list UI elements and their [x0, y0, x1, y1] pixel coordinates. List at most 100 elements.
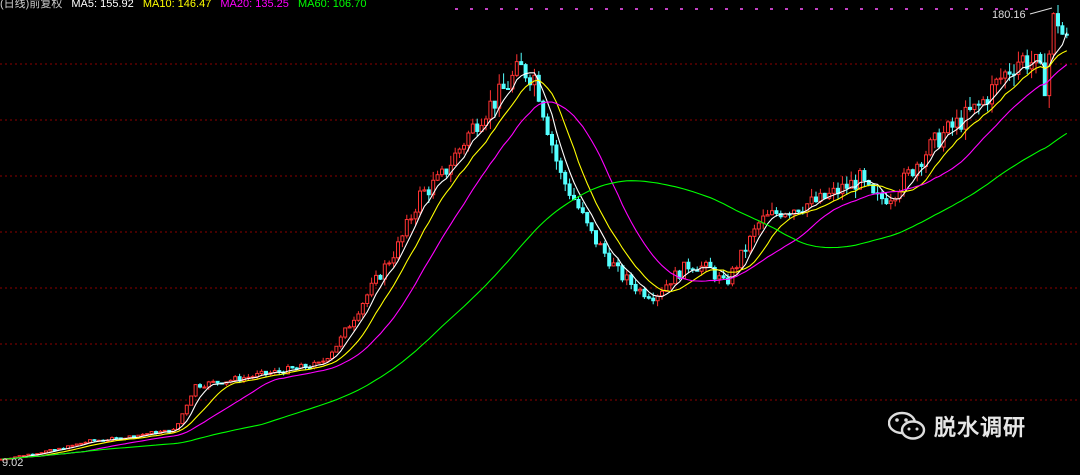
candle-body [770, 210, 774, 216]
candle-body [79, 442, 84, 445]
candle-body [378, 274, 383, 280]
candle-body [211, 380, 216, 383]
candle-body [708, 261, 713, 269]
candle-body [193, 384, 198, 397]
candle-body [1007, 71, 1012, 75]
marker-dot [725, 8, 728, 10]
candle-body [660, 290, 664, 297]
candle-body [950, 121, 955, 128]
candle-body [686, 261, 691, 270]
candle-body [413, 211, 418, 220]
marker-dot [485, 8, 488, 10]
candle-body [642, 288, 647, 298]
candle-body [919, 163, 924, 167]
marker-dot [935, 8, 938, 10]
candle-body [369, 282, 374, 296]
candle-body [629, 274, 634, 285]
candle-body [149, 431, 154, 435]
candle-body [470, 123, 475, 134]
candle-body [822, 192, 827, 199]
candle-body [1047, 53, 1052, 97]
candle-body [994, 78, 999, 86]
candle-body [501, 83, 506, 90]
candle-body [580, 207, 585, 214]
candle-body [717, 275, 722, 280]
candle-body [563, 171, 568, 185]
candle-body [743, 249, 748, 252]
candle-body [497, 83, 502, 109]
candle-body [668, 283, 673, 286]
candle-body [453, 152, 458, 166]
marker-dot [635, 8, 638, 10]
marker-dot [695, 8, 698, 10]
marker-dot [575, 8, 578, 10]
marker-dot [815, 8, 818, 10]
candle-body [523, 64, 528, 79]
candle-body [880, 193, 884, 200]
candle-body [858, 170, 862, 190]
candle-body [145, 433, 150, 436]
marker-dot [590, 8, 593, 10]
candle-body [338, 336, 343, 347]
candle-body [506, 88, 510, 91]
candle-body [132, 435, 136, 438]
candle-body [545, 116, 550, 135]
candle-body [1020, 55, 1025, 63]
candle-body [1060, 25, 1065, 35]
candle-body [48, 449, 53, 452]
candle-body [418, 190, 422, 213]
marker-dot [680, 8, 683, 10]
candle-body [444, 168, 449, 175]
candle-body [673, 270, 678, 285]
marker-dot [470, 8, 473, 10]
candle-body [365, 294, 370, 305]
candle-body [140, 433, 145, 436]
candle-body [514, 61, 519, 76]
candle-body [814, 196, 818, 203]
candle-body [343, 327, 348, 338]
candle-body [184, 404, 189, 415]
candle-body [721, 275, 726, 279]
candle-body [853, 179, 858, 190]
candle-body [638, 288, 642, 292]
candle-body [633, 283, 638, 292]
candle-body [963, 106, 968, 130]
watermark: 脱水调研 [887, 410, 1026, 442]
candle-body [532, 74, 537, 86]
candle-body [440, 168, 444, 176]
marker-dot [620, 8, 623, 10]
marker-dot [800, 8, 803, 10]
candle-body [316, 361, 321, 364]
candle-body [774, 210, 779, 215]
candle-body [831, 187, 836, 194]
candle-body [796, 209, 801, 213]
ma10-line [1, 50, 1068, 460]
candle-body [519, 61, 524, 66]
candle-body [215, 380, 220, 384]
candle-body [752, 228, 757, 237]
candle-body [1003, 71, 1008, 79]
marker-dot [785, 8, 788, 10]
candle-body [360, 303, 365, 315]
candle-body [409, 218, 414, 221]
candle-body [748, 235, 752, 252]
candle-body [704, 261, 708, 267]
candle-body [1056, 13, 1060, 27]
candle-body [620, 265, 625, 281]
candle-body [972, 103, 977, 110]
candle-body [594, 230, 598, 245]
candle-body [765, 214, 770, 217]
candle-body [756, 222, 761, 230]
candle-body [347, 326, 352, 329]
candle-body [611, 262, 616, 267]
candle-body [624, 274, 629, 281]
candle-body [910, 169, 915, 177]
marker-dot [980, 8, 983, 10]
candle-body [404, 218, 409, 237]
marker-dot [530, 8, 533, 10]
candle-body [74, 443, 79, 446]
candle-body [198, 384, 202, 388]
candle-body [70, 444, 75, 447]
candle-body [374, 274, 378, 284]
marker-dot [515, 8, 518, 10]
